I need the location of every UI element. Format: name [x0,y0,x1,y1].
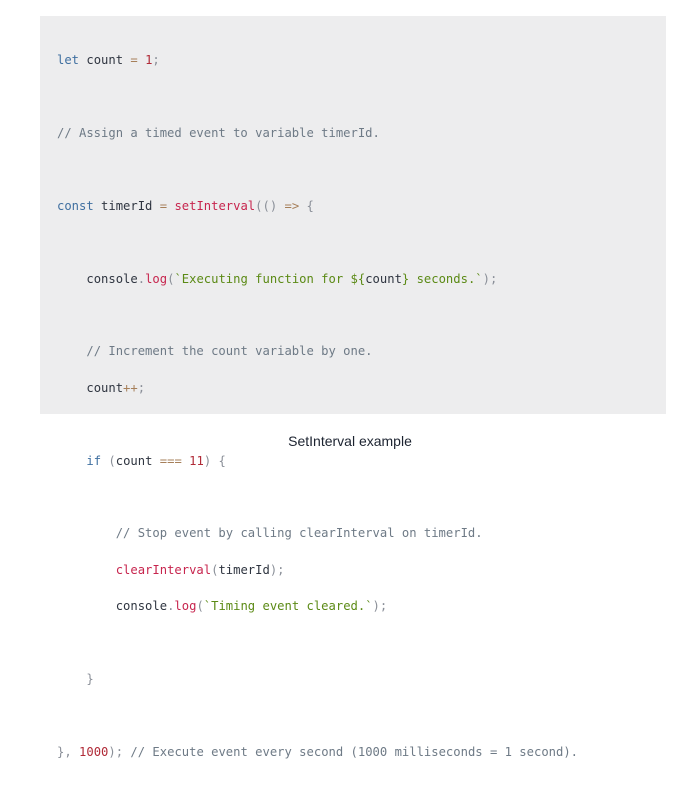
code-line-3: // Assign a timed event to variable time… [57,124,666,142]
paren-close: ); [108,744,124,759]
number-literal: 1000 [79,744,109,759]
paren-open: ( [108,453,116,468]
code-line-10: count++; [57,379,666,397]
identifier-timerid: timerId [101,198,153,213]
paren-open: ( [211,562,219,577]
operator-strict-equal: === [159,453,182,468]
brace-close: }, [57,744,72,759]
template-string: } seconds.` [401,271,483,286]
comment: // Increment the count variable by one. [86,344,373,359]
operator-assign: = [159,198,168,213]
paren-close: ); [269,562,285,577]
figure-caption: SetInterval example [288,433,412,449]
code-line-12: if (count === 11) { [57,452,666,470]
template-string: `Timing event cleared.` [203,599,373,614]
code-line-18: } [57,670,666,688]
identifier-count: count [86,380,124,395]
code-line-5: const timerId = setInterval(() => { [57,197,666,215]
code-line-1: let count = 1; [57,51,666,69]
operator-assign: = [130,53,138,68]
identifier-timerid: timerId [218,562,270,577]
function-clearinterval: clearInterval [115,562,212,577]
keyword-if: if [86,453,102,468]
code-line-15: clearInterval(timerId); [57,561,666,579]
code-line-16: console.log(`Timing event cleared.`); [57,597,666,615]
number-literal: 11 [189,453,204,468]
paren-close: ) [203,453,212,468]
operator-increment: ++ [123,380,138,395]
template-string: `Executing function for ${ [174,271,366,286]
identifier-count: count [86,53,124,68]
paren-close: ); [482,271,498,286]
code-line-14: // Stop event by calling clearInterval o… [57,524,666,542]
paren-close: ); [372,599,388,614]
code-line-20: }, 1000); // Execute event every second … [57,743,666,761]
brace-open: { [218,453,226,468]
identifier-count: count [365,271,402,286]
code-block: let count = 1; // Assign a timed event t… [40,16,666,759]
dot: . [167,599,175,614]
operator-arrow: => [284,198,300,213]
identifier-count: count [115,453,153,468]
keyword-const: const [57,198,94,213]
semicolon: ; [152,53,160,68]
identifier-console: console [86,271,138,286]
comment: // Execute event every second (1000 mill… [130,744,579,759]
code-line-7: console.log(`Executing function for ${co… [57,270,666,288]
brace-open: { [306,198,314,213]
code-line-9: // Increment the count variable by one. [57,342,666,360]
function-log: log [145,271,168,286]
semicolon: ; [137,380,146,395]
code-lines: let count = 1; // Assign a timed event t… [57,33,666,797]
identifier-console: console [115,599,168,614]
comment: // Stop event by calling clearInterval o… [115,526,483,541]
parens: (() [255,198,278,213]
dot: . [137,271,146,286]
brace-close: } [86,671,94,686]
function-setinterval: setInterval [174,198,256,213]
paren-open: ( [196,599,204,614]
keyword-let: let [57,53,80,68]
comment: // Assign a timed event to variable time… [57,125,380,140]
function-log: log [174,599,197,614]
